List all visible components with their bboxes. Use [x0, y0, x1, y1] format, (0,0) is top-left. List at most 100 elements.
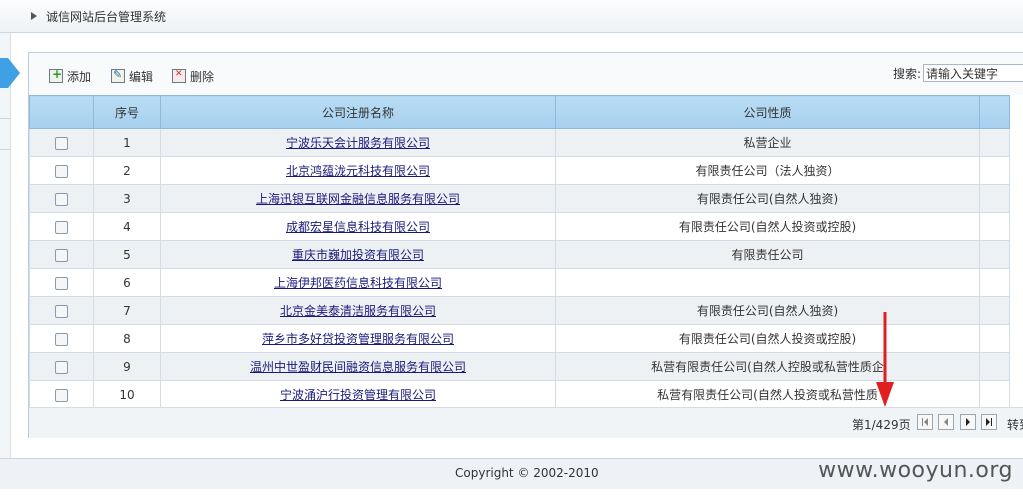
next-page-icon[interactable]	[960, 414, 976, 430]
company-name-link[interactable]: 萍乡市多好贷投资管理服务有限公司	[262, 332, 454, 346]
company-name-link[interactable]: 北京鸿蕴泷元科技有限公司	[286, 164, 430, 178]
row-company-type: 有限责任公司	[555, 240, 980, 269]
table-row[interactable]: 9 温州中世盈财民间融资信息服务有限公司 私营有限责任公司(自然人控股或私营性质企	[29, 352, 1010, 381]
header-extra	[979, 95, 1010, 129]
add-button[interactable]: 添加	[49, 67, 91, 85]
table-row[interactable]: 5 重庆市巍加投资有限公司 有限责任公司	[29, 240, 1010, 269]
edit-label: 编辑	[129, 69, 154, 84]
company-table: 序号 公司注册名称 公司性质 1 宁波乐天会计服务有限公司 私营企业 2 北京鸿蕴泷元科…	[29, 95, 1010, 409]
row-checkbox-cell	[29, 296, 94, 325]
row-serial: 7	[93, 296, 161, 325]
header-checkbox-col	[29, 95, 94, 129]
row-checkbox-cell	[29, 128, 94, 157]
row-checkbox[interactable]	[55, 164, 68, 178]
row-company-name-cell: 萍乡市多好贷投资管理服务有限公司	[160, 324, 556, 353]
row-company-type: 有限责任公司(自然人投资或控股)	[555, 324, 980, 353]
table-row[interactable]: 2 北京鸿蕴泷元科技有限公司 有限责任公司（法人独资）	[29, 156, 1010, 185]
row-checkbox-cell	[29, 268, 94, 297]
row-company-type: 有限责任公司(自然人独资)	[555, 184, 980, 213]
company-name-link[interactable]: 温州中世盈财民间融资信息服务有限公司	[250, 360, 466, 374]
row-company-name-cell: 重庆市巍加投资有限公司	[160, 240, 556, 269]
table-row[interactable]: 1 宁波乐天会计服务有限公司 私营企业	[29, 128, 1010, 157]
row-company-type: 私营有限责任公司(自然人投资或私营性质	[555, 380, 980, 409]
row-checkbox[interactable]	[55, 332, 68, 346]
edit-icon	[111, 68, 125, 83]
last-page-icon[interactable]	[981, 414, 997, 430]
header-company-type[interactable]: 公司性质	[555, 95, 980, 129]
page-info: 第1/429页	[852, 418, 911, 432]
row-extra-cell	[979, 184, 1010, 213]
row-extra-cell	[979, 380, 1010, 409]
row-company-name-cell: 宁波涌沪行投资管理有限公司	[160, 380, 556, 409]
toolbar: 添加 编辑 删除 搜索:	[29, 53, 1023, 95]
sidebar-toggle-arrow-icon[interactable]	[0, 58, 20, 88]
search-label: 搜索:	[892, 66, 921, 81]
row-checkbox[interactable]	[55, 136, 68, 150]
row-checkbox[interactable]	[55, 388, 68, 402]
delete-button[interactable]: 删除	[172, 67, 214, 85]
row-checkbox-cell	[29, 184, 94, 213]
row-company-type: 有限责任公司（法人独资）	[555, 156, 980, 185]
table-row[interactable]: 7 北京金美泰清洁服务有限公司 有限责任公司(自然人独资)	[29, 296, 1010, 325]
company-name-link[interactable]: 成都宏星信息科技有限公司	[286, 220, 430, 234]
table-row[interactable]: 3 上海迅银互联网金融信息服务有限公司 有限责任公司(自然人独资)	[29, 184, 1010, 213]
delete-label: 删除	[190, 69, 215, 84]
company-name-link[interactable]: 上海迅银互联网金融信息服务有限公司	[256, 192, 460, 206]
company-name-link[interactable]: 重庆市巍加投资有限公司	[292, 248, 424, 262]
row-serial: 3	[93, 184, 161, 213]
delete-icon	[172, 69, 186, 83]
bullet-icon	[31, 12, 37, 20]
row-checkbox[interactable]	[55, 220, 68, 234]
add-icon	[49, 67, 63, 83]
row-serial: 5	[93, 240, 161, 269]
search-input[interactable]	[923, 64, 1023, 82]
row-company-type: 私营企业	[555, 128, 980, 157]
row-extra-cell	[979, 156, 1010, 185]
row-serial: 6	[93, 268, 161, 297]
row-company-name-cell: 北京金美泰清洁服务有限公司	[160, 296, 556, 325]
first-page-icon[interactable]	[917, 414, 933, 430]
table-header-row: 序号 公司注册名称 公司性质	[29, 95, 1010, 129]
row-extra-cell	[979, 352, 1010, 381]
add-label: 添加	[67, 69, 92, 84]
table-row[interactable]: 4 成都宏星信息科技有限公司 有限责任公司(自然人投资或控股)	[29, 212, 1010, 241]
table-row[interactable]: 8 萍乡市多好贷投资管理服务有限公司 有限责任公司(自然人投资或控股)	[29, 324, 1010, 353]
row-checkbox-cell	[29, 212, 94, 241]
row-checkbox[interactable]	[55, 248, 68, 262]
header-company-name[interactable]: 公司注册名称	[160, 95, 556, 129]
company-name-link[interactable]: 宁波乐天会计服务有限公司	[286, 136, 430, 150]
row-checkbox-cell	[29, 380, 94, 409]
table-row[interactable]: 6 上海伊邦医药信息科技有限公司	[29, 268, 1010, 297]
search-box: 搜索:	[893, 63, 1023, 83]
main-panel: 添加 编辑 删除 搜索: 序号 公司注册名称 公司性质 1宁波乐	[28, 52, 1023, 438]
company-name-link[interactable]: 北京金美泰清洁服务有限公司	[280, 304, 436, 318]
row-serial: 2	[93, 156, 161, 185]
row-company-name-cell: 北京鸿蕴泷元科技有限公司	[160, 156, 556, 185]
company-name-link[interactable]: 宁波涌沪行投资管理有限公司	[280, 388, 436, 402]
row-extra-cell	[979, 212, 1010, 241]
row-serial: 8	[93, 324, 161, 353]
edit-button[interactable]: 编辑	[111, 67, 153, 85]
row-company-type: 有限责任公司(自然人独资)	[555, 296, 980, 325]
table-row[interactable]: 10 宁波涌沪行投资管理有限公司 私营有限责任公司(自然人投资或私营性质	[29, 380, 1010, 409]
row-company-name-cell: 成都宏星信息科技有限公司	[160, 212, 556, 241]
row-company-name-cell: 上海伊邦医药信息科技有限公司	[160, 268, 556, 297]
row-checkbox-cell	[29, 324, 94, 353]
company-name-link[interactable]: 上海伊邦医药信息科技有限公司	[274, 276, 442, 290]
row-checkbox[interactable]	[55, 304, 68, 318]
left-sidebar-strip	[0, 33, 11, 460]
header-serial[interactable]: 序号	[93, 95, 161, 129]
row-checkbox[interactable]	[55, 276, 68, 290]
row-company-type: 有限责任公司(自然人投资或控股)	[555, 212, 980, 241]
row-checkbox[interactable]	[55, 360, 68, 374]
row-company-name-cell: 温州中世盈财民间融资信息服务有限公司	[160, 352, 556, 381]
row-checkbox-cell	[29, 156, 94, 185]
row-serial: 10	[93, 380, 161, 409]
row-serial: 1	[93, 128, 161, 157]
prev-page-icon[interactable]	[938, 414, 954, 430]
watermark-text: www.wooyun.org	[818, 458, 1013, 483]
row-checkbox[interactable]	[55, 192, 68, 206]
row-serial: 4	[93, 212, 161, 241]
row-company-type	[555, 268, 980, 297]
row-company-name-cell: 上海迅银互联网金融信息服务有限公司	[160, 184, 556, 213]
